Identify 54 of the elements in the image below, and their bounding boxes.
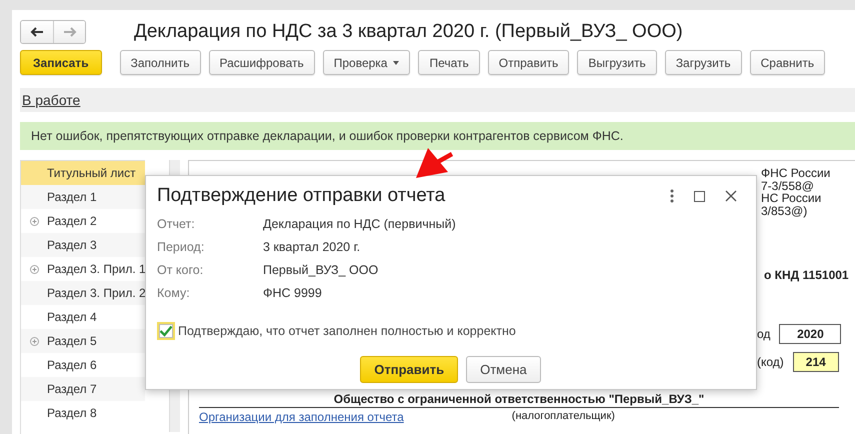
toolbar-button[interactable]: Заполнить	[120, 50, 200, 75]
section-item[interactable]: Раздел 5	[21, 329, 145, 353]
send-button[interactable]: Отправить	[360, 356, 458, 383]
toolbar-button[interactable]: Отправить	[488, 50, 570, 75]
expand-icon[interactable]	[30, 265, 39, 274]
header-text: НС России	[761, 192, 822, 204]
expand-icon[interactable]	[30, 217, 39, 226]
maximize-icon[interactable]	[694, 190, 705, 202]
status-link[interactable]: В работе	[22, 92, 80, 108]
confirm-checkbox[interactable]	[157, 322, 175, 340]
field-value: Первый_ВУЗ_ ООО	[263, 262, 380, 279]
toolbar-button[interactable]: Загрузить	[664, 50, 742, 75]
field-label: Кому:	[157, 285, 191, 302]
toolbar-button[interactable]: Печать	[418, 50, 480, 75]
header-text: ФНС России	[761, 167, 832, 180]
year-field[interactable]: 2020	[779, 324, 842, 344]
right-arrow-icon	[62, 27, 76, 37]
more-icon[interactable]	[670, 189, 674, 203]
caret-icon	[393, 60, 400, 64]
dialog-title: Подтверждение отправки отчета	[157, 185, 446, 207]
header-text: 3/853@)	[761, 204, 808, 217]
period-field[interactable]: 214	[792, 352, 839, 372]
organization-link[interactable]: Организации для заполнения отчета	[199, 410, 404, 424]
expand-icon[interactable]	[30, 337, 39, 346]
form-code: о КНД 1151001	[764, 268, 850, 282]
field-value: Декларация по НДС (первичный)	[263, 216, 457, 233]
toolbar-button[interactable]: Выгрузить	[577, 50, 657, 75]
cancel-button[interactable]: Отмена	[466, 356, 541, 383]
header-text: 7-3/558@	[761, 180, 815, 192]
year-label: од	[757, 327, 770, 341]
section-item[interactable]: Раздел 7	[21, 377, 145, 401]
toolbar-button[interactable]: Расшифровать	[208, 50, 315, 75]
back-button[interactable]	[21, 21, 53, 43]
field-value: ФНС 9999	[263, 285, 323, 302]
window-title: Декларация по НДС за 3 квартал 2020 г. (Первый_ВУЗ_ ООО)	[134, 21, 683, 43]
info-banner: Нет ошибок, препятствующих отправке декларации, и ошибок проверки контрагентов сервисом ФНС.	[20, 122, 855, 150]
checkbox-label: Подтверждаю, что отчет заполнен полностью и корректно	[178, 324, 516, 338]
toolbar-button[interactable]: Записать	[20, 50, 102, 75]
toolbar-button[interactable]: Проверка	[322, 50, 410, 75]
section-item[interactable]: Раздел 1	[21, 185, 145, 209]
organization-name: Общество с ограниченной ответственностью "Первый_ВУЗ_"	[199, 392, 839, 408]
field-value: 3 квартал 2020 г.	[263, 239, 362, 256]
field-label: Период:	[157, 239, 206, 256]
section-item[interactable]: Раздел 3. Прил. 2	[21, 281, 145, 305]
close-icon[interactable]	[725, 190, 737, 202]
field-label: От кого:	[157, 262, 204, 279]
period-label: (код)	[757, 355, 784, 369]
toolbar-button[interactable]: Сравнить	[750, 50, 826, 75]
field-label: Отчет:	[157, 216, 196, 233]
section-item[interactable]: Титульный лист	[21, 161, 145, 185]
organization-caption: (налогоплательщик)	[512, 410, 615, 424]
left-arrow-icon	[30, 27, 44, 37]
annotation-arrow	[416, 148, 454, 178]
section-item[interactable]: Раздел 3	[21, 233, 145, 257]
